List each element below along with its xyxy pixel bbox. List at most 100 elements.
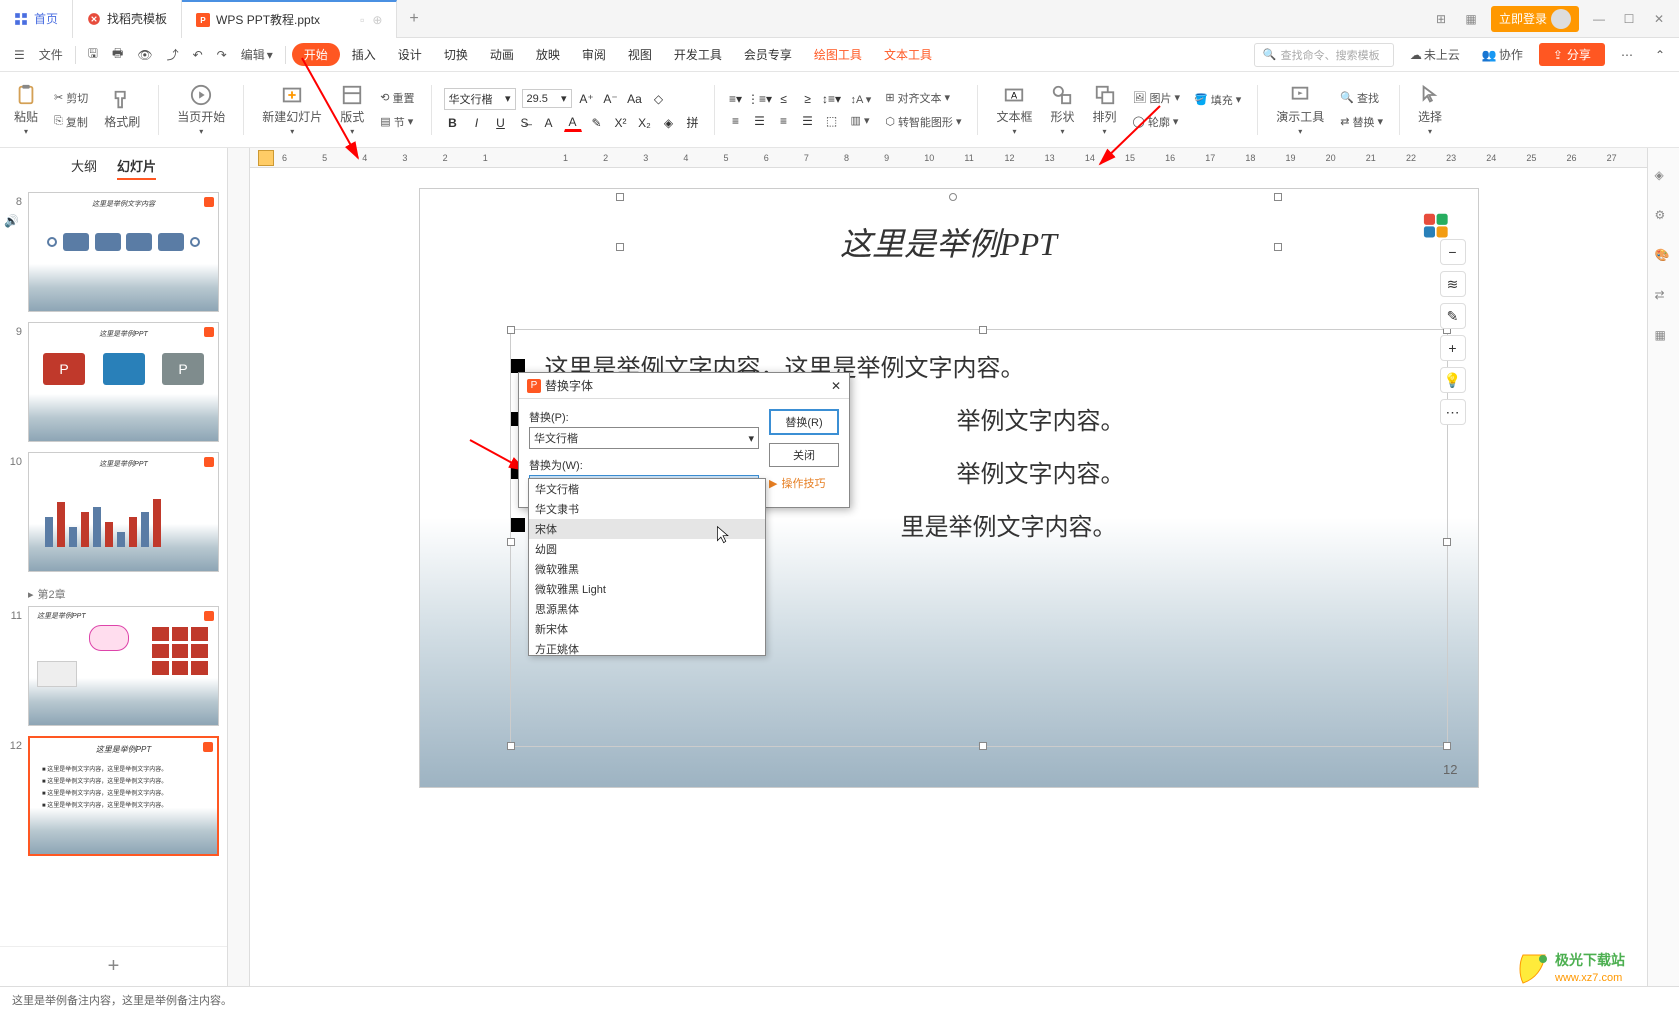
font-option[interactable]: 华文隶书 (529, 499, 765, 519)
new-slide-button[interactable]: 新建幻灯片▾ (256, 82, 328, 138)
clear-format-icon[interactable]: ◇ (650, 90, 668, 108)
change-case-icon[interactable]: Aa (626, 90, 644, 108)
bold-icon[interactable]: B (444, 114, 462, 132)
tab-devtools[interactable]: 开发工具 (664, 42, 732, 67)
layout-button[interactable]: 版式▾ (334, 82, 370, 138)
distribute-icon[interactable]: ⬚ (823, 112, 841, 130)
tab-stop-icon[interactable] (258, 150, 274, 166)
tab-animation[interactable]: 动画 (480, 42, 524, 67)
slide-thumb-12[interactable]: 这里是举例PPT ■ 这里是举例文字内容，这里是举例文字内容。 ■ 这里是举例文… (28, 736, 219, 856)
replace-button[interactable]: ⇄ 替换 ▾ (1336, 112, 1387, 132)
float-ai[interactable]: 💡 (1440, 367, 1466, 393)
outline-button[interactable]: ◯ 轮廓 ▾ (1129, 112, 1185, 132)
text-effect-icon[interactable]: ◈ (660, 114, 678, 132)
redo-icon[interactable]: ↷ (211, 44, 233, 66)
command-search[interactable]: 🔍 查找命令、搜索模板 (1254, 43, 1394, 67)
float-zoom-out[interactable]: − (1440, 239, 1466, 265)
add-slide-button[interactable]: + (0, 946, 227, 986)
replace-font-combo[interactable]: 华文行楷▾ (529, 427, 759, 449)
panel-icon-1[interactable]: ◈ (1655, 168, 1673, 186)
coop-button[interactable]: 👥 协作 (1476, 42, 1529, 67)
slides-tab[interactable]: 幻灯片 (117, 156, 156, 180)
superscript-icon[interactable]: X² (612, 114, 630, 132)
style-button[interactable] (1190, 114, 1245, 130)
collapse-ribbon-icon[interactable]: ⌃ (1649, 44, 1671, 66)
tab-insert[interactable]: 插入 (342, 42, 386, 67)
align-justify-icon[interactable]: ☰ (799, 112, 817, 130)
minimize-button[interactable]: — (1589, 9, 1609, 29)
reset-button[interactable]: ⟲ 重置 (376, 88, 418, 108)
shadow-icon[interactable]: A (540, 114, 558, 132)
align-center-icon[interactable]: ☰ (751, 112, 769, 130)
tab-close-icon[interactable]: ⊕ (372, 13, 382, 27)
close-window-button[interactable]: ✕ (1649, 9, 1669, 29)
text-direction-icon[interactable]: ↕A ▾ (847, 91, 876, 108)
underline-icon[interactable]: U (492, 114, 510, 132)
layout-icon-1[interactable]: ⊞ (1431, 9, 1451, 29)
columns-icon[interactable]: ▥ ▾ (847, 112, 876, 129)
tab-text-tool[interactable]: 文本工具 (874, 42, 942, 67)
pinyin-icon[interactable]: 拼 (684, 114, 702, 132)
slide-thumb-9[interactable]: 这里是举例PPT P P (28, 322, 219, 442)
picture-button[interactable]: 🖼 图片 ▾ (1129, 88, 1185, 108)
tab-drawing-tool[interactable]: 绘图工具 (804, 42, 872, 67)
paste-button[interactable]: 粘贴▾ (8, 82, 44, 138)
print-icon[interactable]: 🖶 (106, 40, 129, 69)
font-name-select[interactable]: 华文行楷▾ (444, 88, 516, 110)
strike-icon[interactable]: S̶ (516, 114, 534, 132)
bullets-icon[interactable]: ≡▾ (727, 90, 745, 108)
preview-icon[interactable]: 👁 (131, 44, 158, 66)
font-size-select[interactable]: 29.5▾ (522, 89, 572, 108)
fill-button[interactable]: 🪣 填充 ▾ (1190, 90, 1245, 110)
align-right-icon[interactable]: ≡ (775, 112, 793, 130)
panel-icon-3[interactable]: 🎨 (1655, 248, 1673, 266)
outline-tab[interactable]: 大纲 (71, 156, 97, 180)
align-left-icon[interactable]: ≡ (727, 112, 745, 130)
slide-thumb-10[interactable]: 这里是举例PPT (28, 452, 219, 572)
dialog-close-icon[interactable]: ✕ (831, 379, 841, 393)
font-color-icon[interactable]: A (564, 114, 582, 132)
layout-icon-2[interactable]: ▦ (1461, 9, 1481, 29)
float-more[interactable]: ⋯ (1440, 399, 1466, 425)
share-button[interactable]: ⇪ 分享 (1539, 43, 1605, 66)
numbering-icon[interactable]: ⋮≡▾ (751, 90, 769, 108)
font-option[interactable]: 微软雅黑 (529, 559, 765, 579)
panel-icon-4[interactable]: ⇄ (1655, 288, 1673, 306)
arrange-button[interactable]: 排列▾ (1087, 82, 1123, 138)
login-button[interactable]: 立即登录 (1491, 6, 1579, 32)
undo-icon[interactable]: ↶ (187, 44, 209, 66)
font-option[interactable]: 华文行楷 (529, 479, 765, 499)
maximize-button[interactable]: ☐ (1619, 9, 1639, 29)
tab-design[interactable]: 设计 (388, 42, 432, 67)
decrease-font-icon[interactable]: A⁻ (602, 90, 620, 108)
file-menu[interactable]: 文件 (33, 42, 69, 67)
panel-settings-icon[interactable]: ⚙ (1655, 208, 1673, 226)
indent-inc-icon[interactable]: ≥ (799, 90, 817, 108)
tab-review[interactable]: 审阅 (572, 42, 616, 67)
shapes-button[interactable]: 形状▾ (1044, 82, 1080, 138)
tab-vip[interactable]: 会员专享 (734, 42, 802, 67)
smart-graphic-button[interactable]: ⬡ 转智能图形 ▾ (881, 112, 965, 132)
increase-font-icon[interactable]: A⁺ (578, 90, 596, 108)
tab-menu-icon[interactable]: ▫ (360, 13, 364, 27)
edit-dropdown[interactable]: 编辑 ▾ (235, 42, 279, 67)
template-tab[interactable]: 找稻壳模板 (73, 0, 182, 38)
cut-button[interactable]: ✂ 剪切 (50, 88, 92, 108)
font-option[interactable]: 方正姚体 (529, 639, 765, 656)
select-button[interactable]: 选择▾ (1412, 82, 1448, 138)
float-pen[interactable]: ✎ (1440, 303, 1466, 329)
save-icon[interactable]: 🖫 (82, 40, 104, 69)
align-text-button[interactable]: ⊞ 对齐文本 ▾ (881, 88, 965, 108)
menu-icon[interactable]: ☰ (8, 44, 31, 66)
copy-button[interactable]: ⎘ 复制 (50, 112, 92, 132)
format-painter[interactable]: 格式刷 (98, 87, 146, 132)
tab-view[interactable]: 视图 (618, 42, 662, 67)
tab-start[interactable]: 开始 (292, 43, 340, 66)
tips-link[interactable]: ▶操作技巧 (769, 475, 839, 491)
font-option[interactable]: 微软雅黑 Light (529, 579, 765, 599)
dialog-close-button[interactable]: 关闭 (769, 443, 839, 467)
highlight-icon[interactable]: ✎ (588, 114, 606, 132)
slide-thumb-11[interactable]: 这里是举例PPT (28, 606, 219, 726)
document-tab[interactable]: P WPS PPT教程.pptx ▫ ⊕ (182, 0, 397, 38)
font-option[interactable]: 思源黑体 (529, 599, 765, 619)
